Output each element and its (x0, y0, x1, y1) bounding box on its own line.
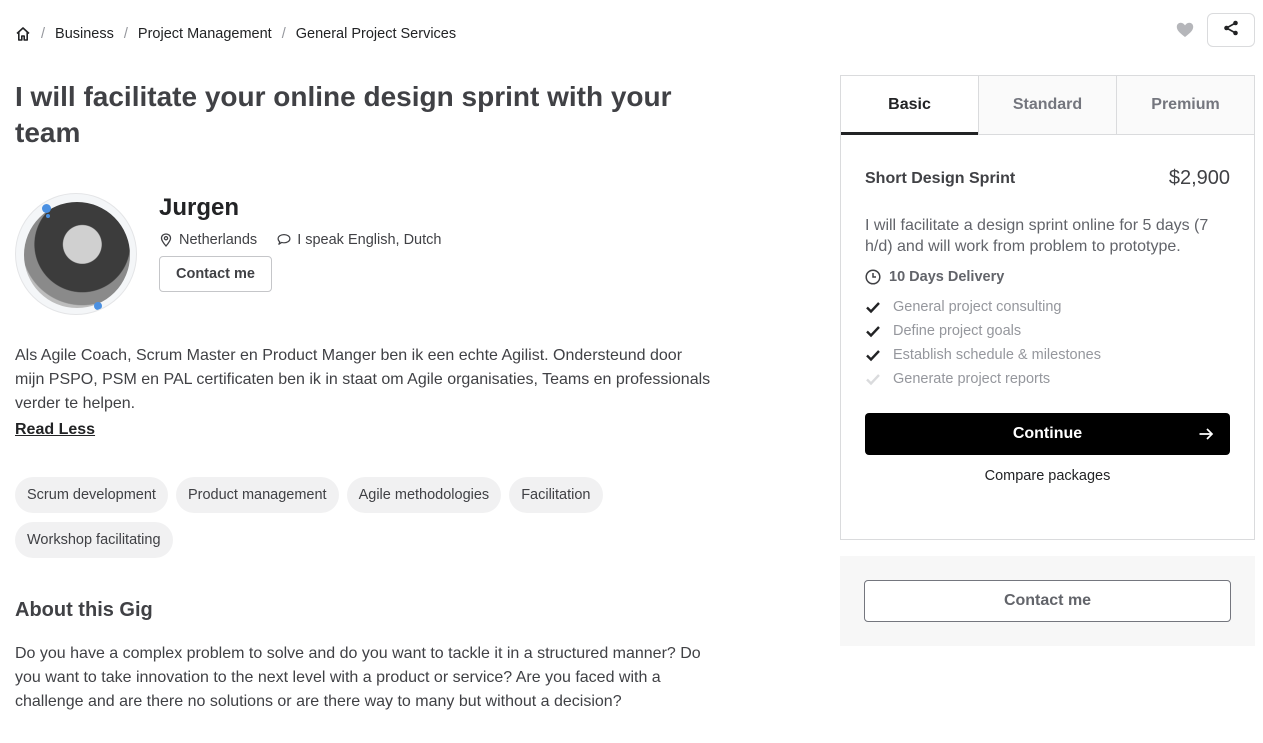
breadcrumb-separator: / (123, 26, 128, 42)
breadcrumb-business[interactable]: Business (55, 26, 114, 42)
tab-premium[interactable]: Premium (1116, 76, 1254, 134)
skill-tags: Scrum development Product management Agi… (15, 477, 655, 558)
delivery-time: 10 Days Delivery (865, 269, 1230, 285)
avatar-decoration (46, 214, 50, 218)
speech-bubble-icon (277, 233, 291, 247)
tag-workshop-facilitating[interactable]: Workshop facilitating (15, 522, 173, 558)
home-icon[interactable] (15, 26, 31, 42)
contact-me-button-sidebar[interactable]: Contact me (864, 580, 1231, 622)
share-button[interactable] (1207, 13, 1255, 47)
about-heading: About this Gig (15, 599, 153, 621)
package-body: Short Design Sprint $2,900 I will facili… (841, 167, 1254, 484)
seller-name[interactable]: Jurgen (159, 193, 441, 223)
compare-packages-link[interactable]: Compare packages (865, 468, 1230, 484)
breadcrumb-separator: / (281, 26, 286, 42)
check-icon (865, 323, 881, 339)
feature-list: General project consulting Define projec… (865, 295, 1230, 391)
avatar-photo (24, 202, 130, 308)
feature-label: Generate project reports (893, 371, 1051, 387)
check-icon (865, 299, 881, 315)
avatar[interactable] (15, 193, 137, 315)
heart-icon[interactable] (1175, 20, 1195, 40)
seller-bio: Als Agile Coach, Scrum Master en Product… (15, 347, 711, 412)
feature-label: General project consulting (893, 299, 1062, 315)
tag-agile-methodologies[interactable]: Agile methodologies (346, 477, 502, 513)
contact-me-button[interactable]: Contact me (159, 256, 272, 292)
avatar-decoration (94, 302, 102, 310)
share-icon (1223, 20, 1239, 41)
continue-button[interactable]: Continue (865, 413, 1230, 455)
feature-item: Define project goals (865, 319, 1230, 343)
clock-icon (865, 269, 881, 285)
breadcrumb: / Business / Project Management / Genera… (15, 23, 456, 45)
package-name: Short Design Sprint (865, 169, 1016, 187)
tab-standard[interactable]: Standard (978, 76, 1116, 134)
check-icon-disabled (865, 371, 881, 387)
check-icon (865, 347, 881, 363)
about-text: Do you have a complex problem to solve a… (15, 645, 701, 710)
continue-label: Continue (1012, 425, 1083, 442)
breadcrumb-separator: / (41, 26, 46, 42)
top-actions (1175, 13, 1255, 47)
feature-label: Define project goals (893, 323, 1022, 339)
location-pin-icon (159, 233, 173, 247)
feature-item: Generate project reports (865, 367, 1230, 391)
seller-languages: I speak English, Dutch (297, 232, 442, 248)
feature-item: General project consulting (865, 295, 1230, 319)
feature-label: Establish schedule & milestones (893, 347, 1101, 363)
seller-meta: Netherlands I speak English, Dutch (159, 232, 441, 248)
package-header: Short Design Sprint $2,900 (865, 167, 1230, 190)
seller-overview: Jurgen Netherlands I speak English, Dutc… (15, 193, 441, 315)
avatar-decoration (42, 204, 51, 213)
tag-product-management[interactable]: Product management (175, 477, 339, 513)
breadcrumb-general-project-services[interactable]: General Project Services (296, 26, 456, 42)
gig-title: I will facilitate your online design spr… (15, 81, 672, 148)
seller-country: Netherlands (179, 232, 258, 248)
feature-item: Establish schedule & milestones (865, 343, 1230, 367)
package-description: I will facilitate a design sprint online… (865, 217, 1209, 255)
arrow-right-icon (1198, 426, 1214, 442)
delivery-label: 10 Days Delivery (889, 269, 1005, 285)
tag-scrum-development[interactable]: Scrum development (15, 477, 168, 513)
tag-facilitation[interactable]: Facilitation (509, 477, 603, 513)
package-price: $2,900 (1168, 167, 1230, 189)
tab-basic[interactable]: Basic (841, 76, 978, 135)
package-tabs: Basic Standard Premium (841, 76, 1254, 135)
seller-info: Jurgen Netherlands I speak English, Dutc… (159, 193, 441, 315)
breadcrumb-project-management[interactable]: Project Management (138, 26, 272, 42)
read-less-link[interactable]: Read Less (15, 421, 95, 439)
package-card: Basic Standard Premium Short Design Spri… (840, 75, 1255, 540)
contact-panel: Contact me (840, 556, 1255, 646)
